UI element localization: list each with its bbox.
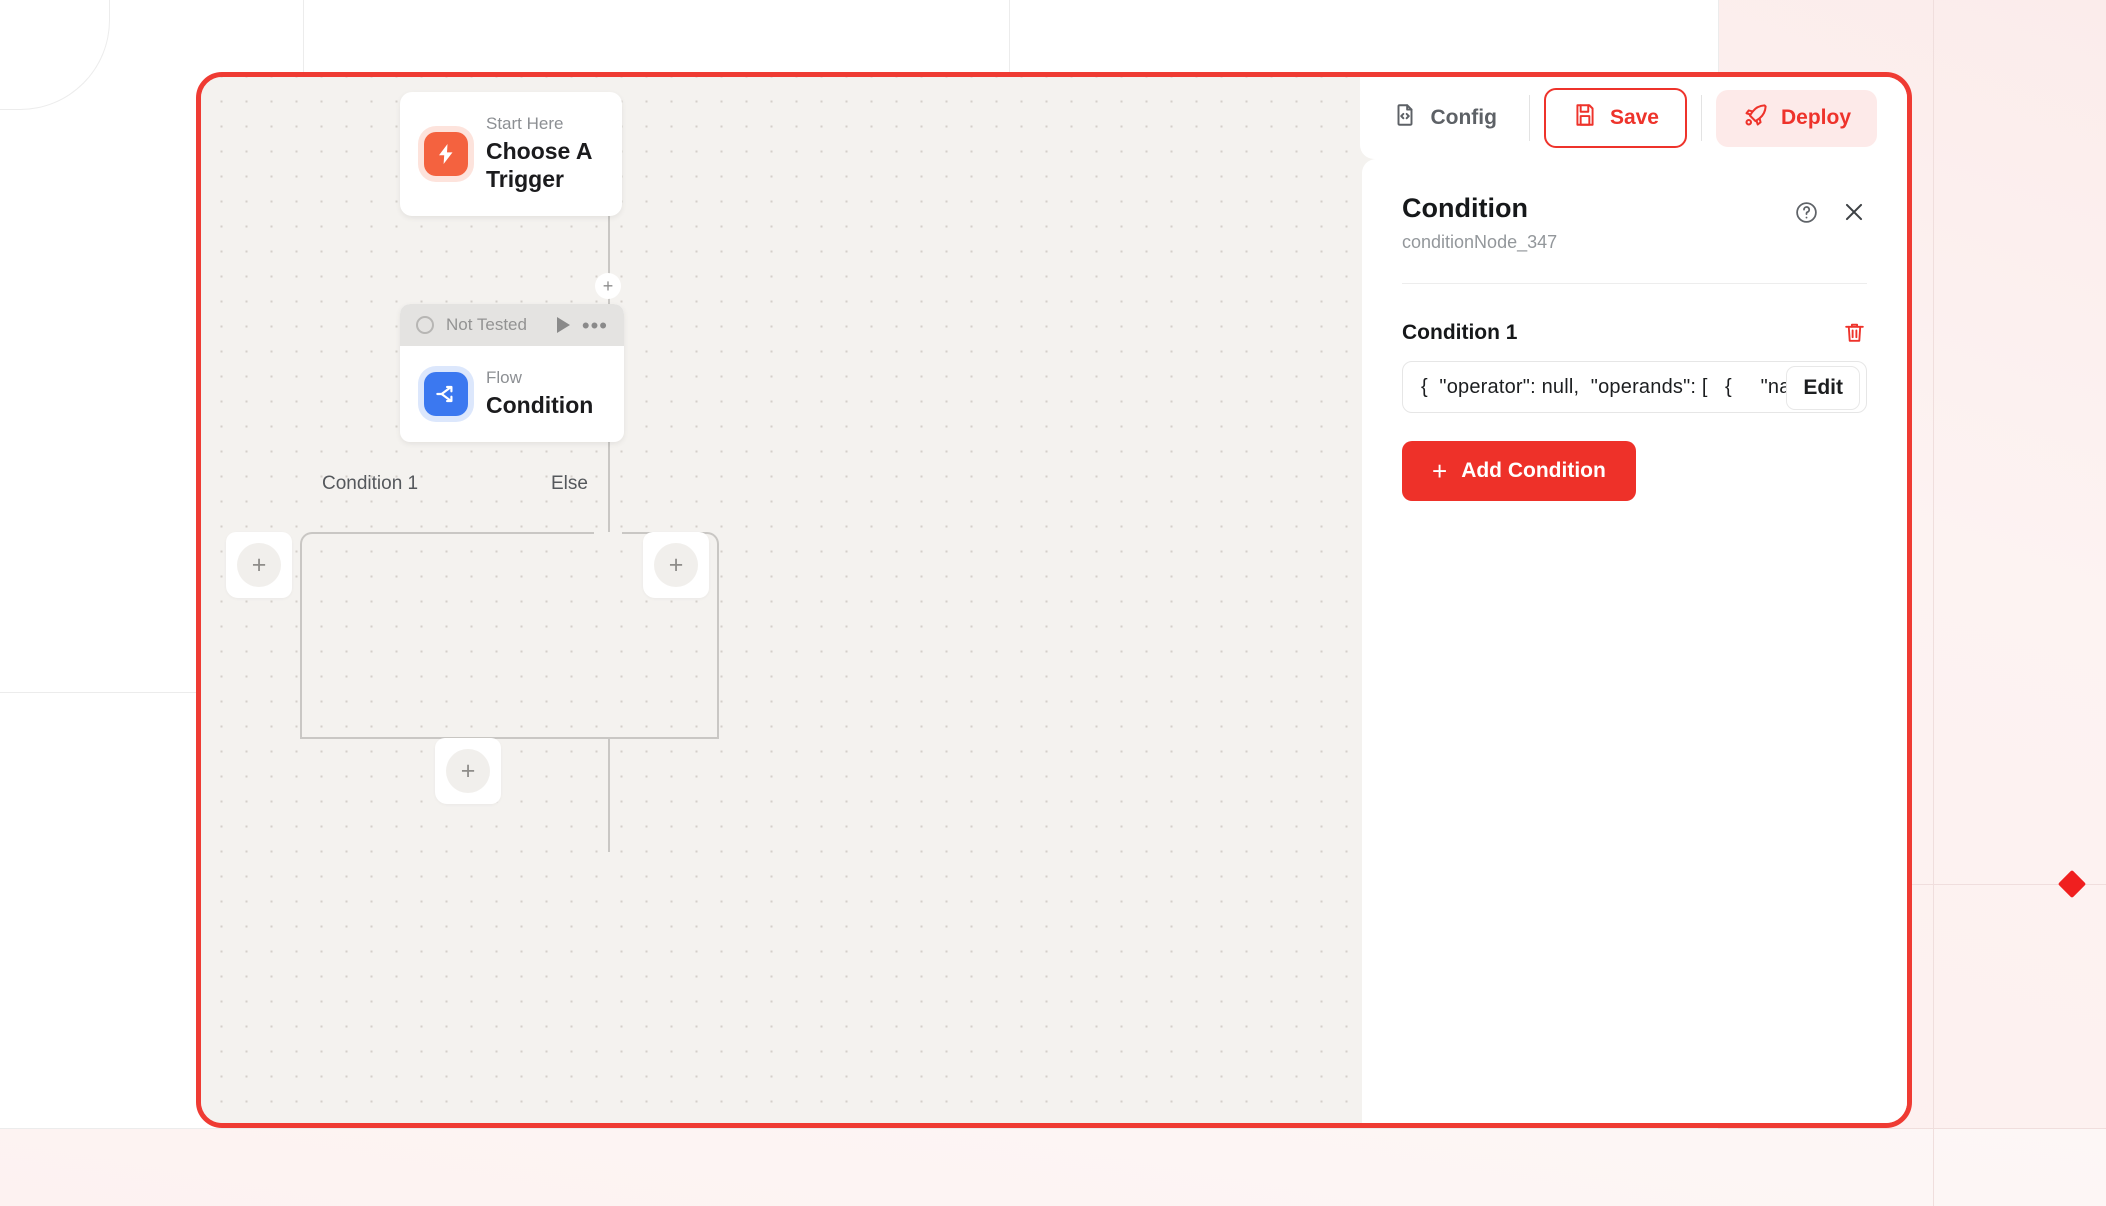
app-window-frame: + Condition 1 Else + + + Start Here Choo… [196, 72, 1912, 1128]
deploy-button-label: Deploy [1780, 106, 1851, 129]
branch-bottom-bar [300, 737, 719, 739]
deploy-button[interactable]: Deploy [1715, 89, 1877, 147]
toolbar-divider-2 [1700, 95, 1702, 141]
config-button-label: Config [1430, 106, 1497, 129]
condition-json-field[interactable]: { "operator": null, "operands": [ { "na … [1402, 361, 1867, 413]
save-button[interactable]: Save [1543, 88, 1687, 148]
save-button-label: Save [1609, 106, 1659, 129]
branch-bar-left [313, 532, 594, 534]
branch-corner-top-left [300, 532, 314, 546]
add-node-right-plus: + [654, 543, 698, 587]
play-icon[interactable] [556, 317, 570, 333]
inline-add-node-button[interactable]: + [595, 273, 621, 299]
screen: + Condition 1 Else + + + Start Here Choo… [0, 0, 2106, 1206]
page-title: Condition [1402, 193, 1528, 223]
close-icon[interactable] [1841, 199, 1867, 225]
branch-split-icon [424, 371, 468, 416]
condition-side-panel: Condition conditionNode_347 Condition 1 … [1362, 159, 1907, 1123]
edit-button-label: Edit [1803, 376, 1843, 399]
inline-add-node-label: + [602, 276, 614, 296]
panel-node-id: conditionNode_347 [1402, 232, 1558, 252]
add-node-button-right-branch[interactable]: + [643, 532, 709, 598]
condition-node-status-text: Not Tested [446, 315, 527, 334]
top-toolbar: Config Save Deploy [1360, 77, 1907, 159]
trigger-node-kicker: Start Here [486, 114, 564, 133]
condition-node-body: Flow Condition [400, 346, 624, 442]
condition-node-kicker: Flow [486, 368, 522, 387]
question-circle-icon[interactable] [1794, 200, 1819, 225]
add-condition-button-label: Add Condition [1461, 459, 1606, 482]
condition-node[interactable]: Not Tested ••• Flow Condition [400, 304, 624, 442]
config-button[interactable]: Config [1374, 90, 1514, 146]
circle-outline-icon [416, 316, 434, 334]
add-condition-button[interactable]: + Add Condition [1402, 441, 1636, 501]
add-node-bottom-plus: + [446, 749, 490, 793]
edit-button[interactable]: Edit [1786, 366, 1860, 410]
floppy-disk-icon [1572, 102, 1598, 134]
panel-divider [1402, 283, 1867, 284]
guide-line-pink-horizontal-2 [1718, 1128, 2106, 1129]
branch-left-vertical [300, 545, 302, 738]
trigger-node[interactable]: Start Here Choose A Trigger [400, 92, 622, 216]
branch-label-right: Else [551, 473, 588, 494]
guide-line-horizontal-1 [0, 1128, 1718, 1129]
add-node-button-bottom[interactable]: + [435, 738, 501, 804]
trash-icon[interactable] [1842, 320, 1867, 345]
condition-node-title: Condition [486, 392, 594, 419]
rocket-icon [1742, 102, 1769, 135]
guide-line-pink-vertical [1933, 0, 1934, 1206]
condition-node-status-bar[interactable]: Not Tested ••• [400, 304, 624, 346]
condition-label: Condition 1 [1402, 320, 1518, 344]
branch-right-vertical [717, 545, 719, 738]
trigger-node-title: Choose A Trigger [486, 138, 592, 192]
file-code-icon [1392, 102, 1418, 134]
panel-header: Condition conditionNode_347 [1402, 193, 1867, 253]
connector-branches-to-end [608, 737, 610, 852]
condition-row-header: Condition 1 [1402, 320, 1867, 345]
lightning-bolt-icon [424, 131, 468, 176]
toolbar-divider-1 [1528, 95, 1530, 141]
ellipsis-icon[interactable]: ••• [582, 314, 608, 336]
trigger-node-body: Start Here Choose A Trigger [400, 92, 622, 216]
branch-label-left: Condition 1 [322, 473, 419, 494]
add-node-left-plus: + [237, 543, 281, 587]
panel-header-text: Condition conditionNode_347 [1402, 193, 1557, 253]
trigger-node-text: Start Here Choose A Trigger [486, 114, 598, 194]
add-node-button-left-branch[interactable]: + [226, 532, 292, 598]
backdrop-pink-bottom [0, 1128, 2106, 1206]
condition-node-text: Flow Condition [486, 368, 593, 420]
condition-json-value: { "operator": null, "operands": [ { "na [1421, 375, 1791, 398]
panel-header-actions [1794, 193, 1867, 225]
plus-icon: + [1432, 456, 1448, 486]
